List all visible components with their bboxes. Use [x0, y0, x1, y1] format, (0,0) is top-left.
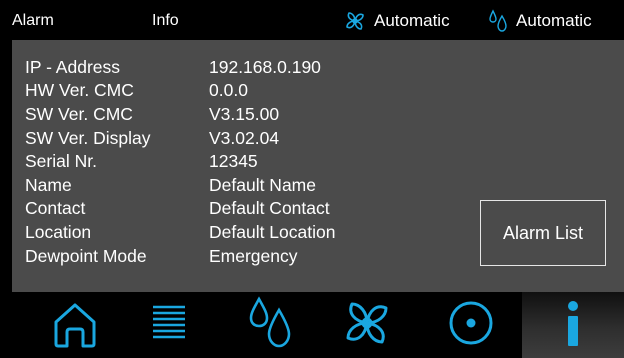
info-key: HW Ver. CMC [25, 80, 134, 101]
water-drops-icon [246, 294, 296, 357]
info-row: SW Ver. CMC V3.15.00 [25, 102, 335, 126]
info-key: IP - Address [25, 56, 121, 77]
fan-mode-status: Automatic [342, 8, 450, 34]
home-icon [49, 298, 101, 353]
info-value: 192.168.0.190 [209, 56, 321, 77]
info-key: SW Ver. CMC [25, 103, 133, 124]
info-row: Serial Nr. 12345 [25, 149, 335, 173]
info-key: Location [25, 221, 92, 242]
info-row: SW Ver. Display V3.02.04 [25, 126, 335, 150]
humidity-mode-text: Automatic [516, 11, 592, 30]
alarm-list-button[interactable]: Alarm List [480, 200, 606, 266]
nav-fan-button[interactable] [322, 292, 412, 358]
info-value: V3.15.00 [209, 103, 280, 124]
info-value: Default Contact [209, 198, 330, 219]
info-row: Contact Default Contact [25, 197, 335, 221]
nav-status-button[interactable] [426, 292, 516, 358]
info-row: Name Default Name [25, 173, 335, 197]
info-key: Contact [25, 198, 86, 219]
info-value: V3.02.04 [209, 127, 280, 148]
info-row: Location Default Location [25, 220, 335, 244]
nav-home-button[interactable] [30, 292, 120, 358]
info-key: Dewpoint Mode [25, 245, 147, 266]
info-key: Name [25, 174, 72, 195]
nav-humidity-button[interactable] [226, 292, 316, 358]
info-panel: IP - Address 192.168.0.190 HW Ver. CMC 0… [12, 40, 624, 292]
info-row: IP - Address 192.168.0.190 [25, 55, 335, 79]
info-value: Default Location [209, 221, 336, 242]
fan-icon [338, 294, 396, 357]
info-row: Dewpoint Mode Emergency [25, 244, 335, 268]
nav-menu-button[interactable] [124, 292, 214, 358]
fan-mode-text: Automatic [374, 11, 450, 30]
info-value: 0.0.0 [209, 80, 248, 101]
top-status-bar: Alarm Info Automatic Automatic [0, 0, 624, 40]
nav-info-button[interactable] [522, 292, 624, 358]
water-drops-icon [488, 8, 510, 34]
info-list: IP - Address 192.168.0.190 HW Ver. CMC 0… [25, 55, 335, 267]
info-row: HW Ver. CMC 0.0.0 [25, 79, 335, 103]
info-value: Default Name [209, 174, 316, 195]
bottom-nav-bar [0, 292, 624, 358]
info-key: Serial Nr. [25, 151, 97, 172]
info-key: SW Ver. Display [25, 127, 151, 148]
info-value: Emergency [209, 245, 298, 266]
humidity-mode-status: Automatic [488, 8, 592, 34]
menu-list-icon [149, 301, 189, 350]
info-value: 12345 [209, 151, 258, 172]
alarm-label[interactable]: Alarm [12, 12, 54, 30]
info-icon [561, 298, 585, 353]
info-label[interactable]: Info [152, 12, 179, 30]
fan-icon [342, 8, 368, 34]
circle-dot-icon [444, 296, 498, 355]
